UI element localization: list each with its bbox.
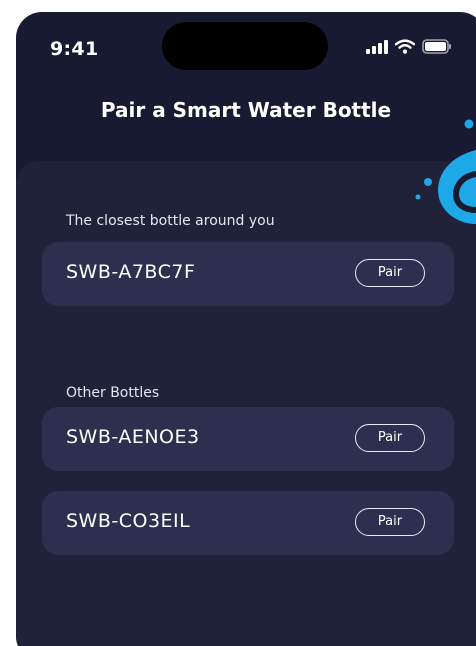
bottle-name: SWB-CO3EIL <box>66 510 191 532</box>
status-time: 9:41 <box>50 38 99 60</box>
closest-section-label: The closest bottle around you <box>66 213 275 229</box>
pair-button[interactable]: Pair <box>355 259 425 287</box>
stage: 9:41 Pair a Smart Water Bottle The close… <box>0 0 476 646</box>
bottle-name: SWB-AENOE3 <box>66 426 200 448</box>
battery-icon <box>422 39 451 54</box>
bottle-row[interactable]: SWB-AENOE3 Pair <box>42 407 454 471</box>
bottle-name: SWB-A7BC7F <box>66 261 196 283</box>
dynamic-island <box>162 22 328 70</box>
wifi-icon <box>395 39 415 54</box>
pair-button[interactable]: Pair <box>355 508 425 536</box>
other-section-label: Other Bottles <box>66 385 160 401</box>
signal-icon <box>366 39 388 54</box>
status-bar: 9:41 <box>16 12 476 82</box>
phone-screen: 9:41 Pair a Smart Water Bottle The close… <box>16 12 476 646</box>
water-drop-logo-icon <box>415 119 476 224</box>
bottle-row[interactable]: SWB-CO3EIL Pair <box>42 491 454 555</box>
status-icons <box>366 39 452 54</box>
bottle-row[interactable]: SWB-A7BC7F Pair <box>42 242 454 306</box>
pair-button[interactable]: Pair <box>355 424 425 452</box>
page-title: Pair a Smart Water Bottle <box>100 98 392 122</box>
bottle-list-sheet: The closest bottle around you SWB-A7BC7F… <box>16 161 476 646</box>
